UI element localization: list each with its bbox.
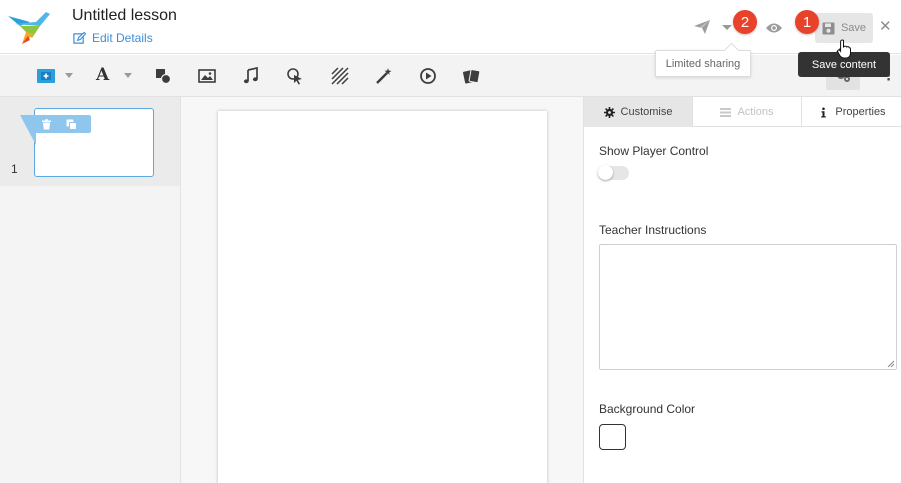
music-note-icon [243, 66, 258, 84]
hummingbird-logo-icon [8, 12, 50, 44]
slide-number: 1 [11, 162, 18, 176]
magic-wand-icon [376, 68, 392, 84]
background-color-label: Background Color [599, 402, 696, 416]
cards-icon [463, 69, 481, 84]
magic-wand-tool[interactable] [375, 67, 393, 85]
tab-actions[interactable]: Actions [693, 97, 802, 127]
edit-details-link[interactable]: Edit Details [73, 31, 153, 45]
text-icon[interactable]: A [96, 65, 109, 85]
floppy-disk-icon [822, 22, 835, 34]
hotspot-pointer-icon [287, 68, 302, 85]
gear-icon [603, 106, 615, 118]
step-badge-one: 1 [795, 10, 819, 34]
hand-pointer-cursor-icon [837, 39, 851, 59]
teacher-instructions-textarea[interactable] [599, 244, 897, 370]
info-icon [821, 107, 827, 117]
lesson-title[interactable]: Untitled lesson [72, 7, 177, 25]
hotspot-tool[interactable] [286, 67, 304, 85]
show-player-control-label: Show Player Control [599, 144, 709, 158]
panel-tabs: Customise Actions Properties [584, 97, 901, 127]
edit-icon [73, 31, 86, 44]
background-color-swatch[interactable] [599, 424, 626, 450]
tab-properties[interactable]: Properties [802, 97, 901, 127]
image-tool[interactable] [198, 67, 216, 85]
audio-tool[interactable] [242, 66, 260, 85]
properties-panel: Customise Actions Properties Show Player… [583, 97, 901, 483]
shapes-tool[interactable] [154, 67, 172, 85]
close-icon[interactable]: ✕ [879, 19, 892, 34]
insert-toolbar: A [0, 55, 901, 97]
add-slide-tool[interactable] [37, 67, 55, 85]
video-tool[interactable] [419, 67, 437, 85]
hatch-tool[interactable] [331, 67, 349, 85]
list-icon [720, 107, 732, 117]
app-header: Untitled lesson Edit Details Save ✕ [0, 0, 901, 54]
shapes-icon [156, 69, 172, 85]
slide-canvas-page[interactable] [218, 111, 547, 483]
add-slide-icon [37, 69, 55, 83]
preview-eye-icon[interactable] [766, 22, 782, 34]
toggle-knob [598, 165, 613, 180]
add-slide-chevron-down-icon[interactable] [65, 73, 73, 78]
send-share-icon[interactable] [694, 20, 710, 34]
slide-tools-bar [34, 115, 91, 133]
trash-icon[interactable] [41, 118, 52, 130]
limited-sharing-tooltip: Limited sharing [655, 50, 751, 77]
tab-customise[interactable]: Customise [584, 97, 693, 127]
tab-actions-label: Actions [737, 106, 774, 118]
video-play-icon [420, 68, 436, 84]
show-player-control-toggle[interactable] [598, 165, 629, 180]
step-badge-two: 2 [733, 10, 757, 34]
slide-list-item[interactable]: 1 [0, 97, 180, 186]
text-chevron-down-icon[interactable] [124, 73, 132, 78]
save-button-label: Save [840, 22, 867, 34]
resize-handle-icon[interactable] [887, 360, 894, 367]
slides-panel: 1 [0, 97, 181, 483]
image-icon [198, 69, 216, 83]
teacher-instructions-label: Teacher Instructions [599, 223, 707, 237]
tab-properties-label: Properties [835, 106, 886, 118]
editor-canvas-area [181, 97, 583, 483]
edit-details-label: Edit Details [92, 31, 153, 45]
tab-customise-label: Customise [620, 106, 673, 118]
share-dropdown-chevron-down-icon[interactable] [722, 25, 732, 30]
duplicate-icon[interactable] [66, 119, 77, 130]
cards-tool[interactable] [463, 67, 481, 85]
hatch-pattern-icon [331, 67, 349, 85]
